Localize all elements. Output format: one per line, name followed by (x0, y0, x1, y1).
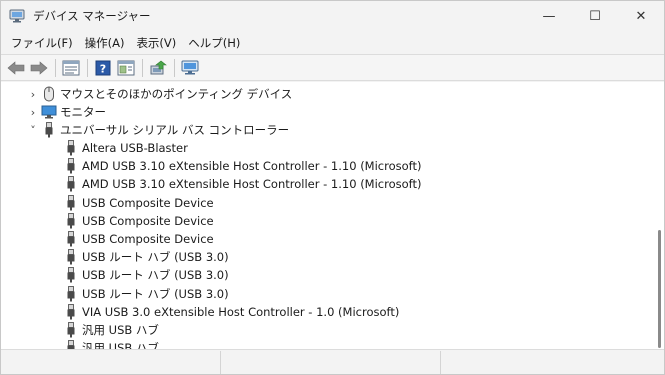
menu-help[interactable]: ヘルプ(H) (182, 33, 246, 53)
collapse-chevron-icon[interactable]: ˅ (25, 121, 41, 139)
toolbar-separator (174, 58, 175, 77)
status-pane (221, 351, 441, 374)
scan-hardware-button[interactable] (179, 57, 201, 79)
tree-category-label: モニター (60, 105, 106, 119)
minimize-button[interactable]: — (526, 1, 572, 31)
help-button[interactable]: ? (92, 57, 114, 79)
usb-device-item[interactable]: USB Composite Device (63, 212, 214, 230)
tree-category-mice[interactable]: › マウスとそのほかのポインティング デバイス (25, 85, 292, 103)
usb-device-label: USB ルート ハブ (USB 3.0) (82, 286, 229, 301)
usb-device-icon (63, 321, 79, 339)
tree-category-label: マウスとそのほかのポインティング デバイス (60, 87, 293, 101)
device-tree[interactable]: › マウスとそのほかのポインティング デバイス › モニター ˅ ユニバーサル … (1, 82, 664, 350)
device-manager-app-icon (9, 8, 25, 24)
usb-device-item[interactable]: AMD USB 3.10 eXtensible Host Controller … (63, 157, 422, 175)
device-manager-window: デバイス マネージャー — ☐ ✕ ファイル(F) 操作(A) 表示(V) ヘル… (0, 0, 665, 375)
usb-device-item[interactable]: Altera USB-Blaster (63, 139, 188, 157)
toolbar: ? (1, 54, 664, 81)
menu-file[interactable]: ファイル(F) (5, 33, 79, 53)
window-panel-icon (117, 60, 135, 75)
usb-device-item[interactable]: 汎用 USB ハブ (63, 339, 159, 350)
monitor-icon (41, 103, 57, 121)
usb-device-icon (63, 339, 79, 349)
expand-chevron-icon[interactable]: › (25, 85, 41, 103)
usb-device-item[interactable]: VIA USB 3.0 eXtensible Host Controller -… (63, 303, 399, 321)
status-pane (441, 351, 662, 374)
expand-chevron-icon[interactable]: › (25, 103, 41, 121)
menu-action[interactable]: 操作(A) (79, 33, 131, 53)
usb-device-icon (63, 157, 79, 175)
menu-bar: ファイル(F) 操作(A) 表示(V) ヘルプ(H) (1, 32, 664, 53)
status-bar (1, 351, 664, 374)
usb-device-icon (63, 212, 79, 230)
usb-device-item[interactable]: USB ルート ハブ (USB 3.0) (63, 266, 229, 284)
usb-icon (41, 121, 57, 139)
toolbar-separator (87, 58, 88, 77)
usb-device-icon (63, 303, 79, 321)
usb-device-label: USB Composite Device (82, 195, 214, 210)
window-title: デバイス マネージャー (33, 9, 151, 23)
show-hidden-button[interactable] (115, 57, 137, 79)
usb-device-label: USB Composite Device (82, 232, 214, 246)
back-button[interactable] (5, 57, 27, 79)
update-driver-button[interactable] (147, 57, 169, 79)
status-pane (1, 351, 221, 374)
toolbar-separator (142, 58, 143, 77)
tree-category-label: ユニバーサル シリアル バス コントローラー (60, 123, 290, 137)
usb-device-icon (63, 194, 79, 212)
usb-device-label: USB ルート ハブ (USB 3.0) (82, 250, 229, 265)
usb-device-icon (63, 139, 79, 157)
forward-arrow-icon (30, 60, 48, 75)
usb-device-label: USB ルート ハブ (USB 3.0) (82, 268, 229, 283)
usb-device-label: 汎用 USB ハブ (82, 323, 159, 337)
list-view-icon (62, 60, 80, 75)
mouse-icon (41, 85, 57, 103)
tree-category-monitors[interactable]: › モニター (25, 103, 106, 121)
svg-text:?: ? (100, 62, 106, 75)
usb-device-icon (63, 175, 79, 193)
usb-device-item[interactable]: USB ルート ハブ (USB 3.0) (63, 285, 229, 303)
usb-device-icon (63, 285, 79, 303)
usb-device-label: AMD USB 3.10 eXtensible Host Controller … (82, 159, 422, 174)
usb-device-item[interactable]: USB Composite Device (63, 194, 214, 212)
usb-device-label: VIA USB 3.0 eXtensible Host Controller -… (82, 304, 400, 319)
usb-device-label: USB Composite Device (82, 213, 214, 228)
properties-view-button[interactable] (60, 57, 82, 79)
update-driver-icon (150, 60, 167, 74)
usb-device-icon (63, 230, 79, 248)
usb-device-item[interactable]: USB ルート ハブ (USB 3.0) (63, 248, 229, 266)
toolbar-separator (55, 58, 56, 77)
menu-view[interactable]: 表示(V) (130, 33, 182, 53)
usb-device-item[interactable]: USB Composite Device (63, 230, 214, 248)
close-button[interactable]: ✕ (618, 1, 664, 31)
maximize-button[interactable]: ☐ (572, 1, 618, 31)
help-icon: ? (95, 60, 111, 75)
usb-device-item[interactable]: AMD USB 3.10 eXtensible Host Controller … (63, 175, 422, 193)
usb-device-icon (63, 266, 79, 284)
title-bar[interactable]: デバイス マネージャー — ☐ ✕ (1, 1, 664, 31)
tree-category-usb-controllers[interactable]: ˅ ユニバーサル シリアル バス コントローラー (25, 121, 289, 139)
forward-button[interactable] (28, 57, 50, 79)
usb-device-label: AMD USB 3.10 eXtensible Host Controller … (82, 177, 422, 192)
scan-hardware-icon (181, 60, 199, 74)
usb-device-label: 汎用 USB ハブ (82, 341, 159, 350)
usb-device-label: Altera USB-Blaster (82, 141, 188, 155)
usb-device-icon (63, 248, 79, 266)
back-arrow-icon (7, 60, 25, 75)
vertical-scrollbar[interactable] (654, 82, 664, 349)
scrollbar-thumb[interactable] (658, 230, 661, 348)
usb-device-item[interactable]: 汎用 USB ハブ (63, 321, 159, 339)
